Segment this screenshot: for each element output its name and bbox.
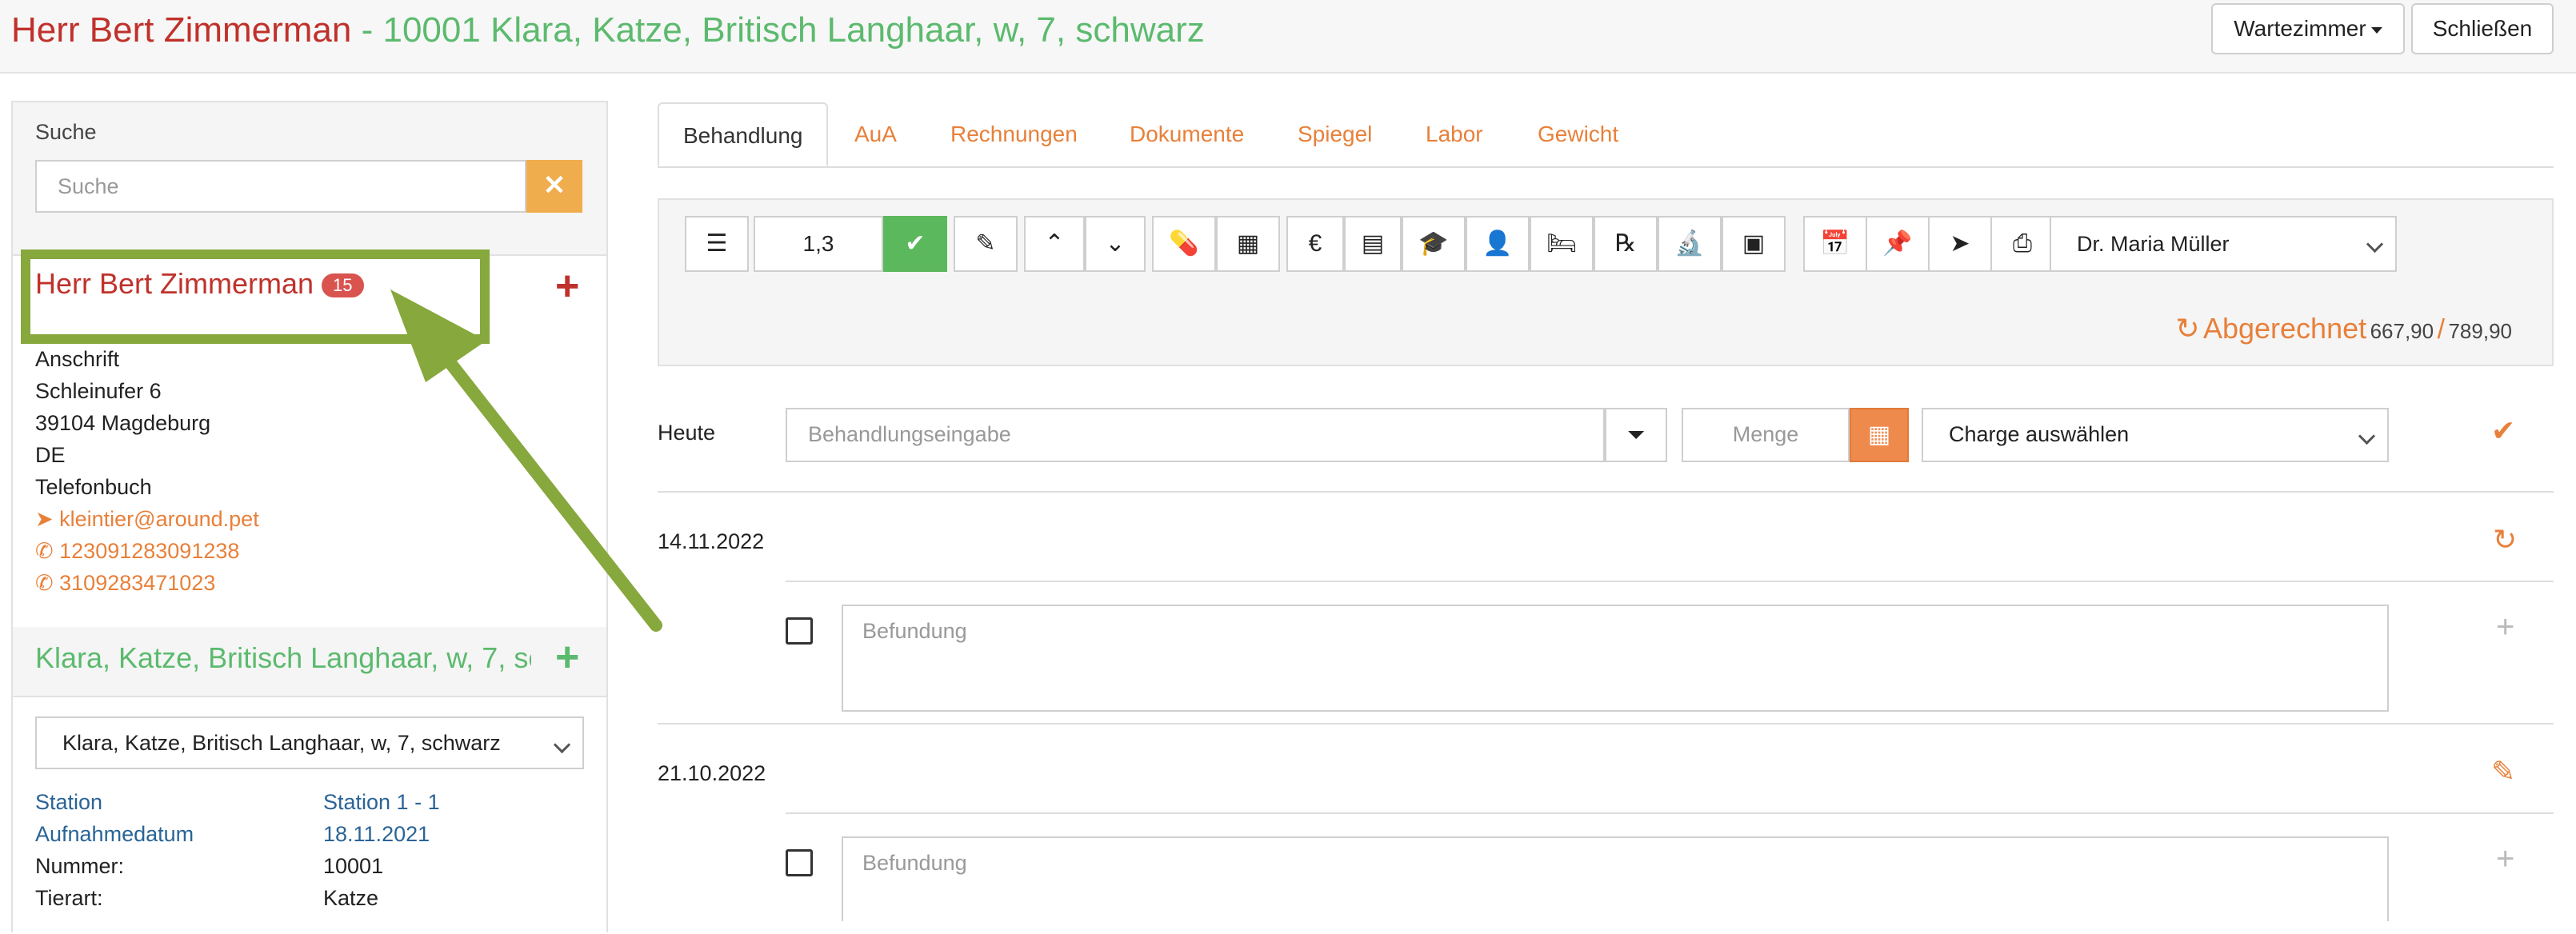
add-record-line-button[interactable]: + [2496,609,2514,645]
euro-button[interactable]: € [1286,216,1344,272]
treatment-input[interactable]: Behandlungseingabe [786,408,1605,462]
move-down-button[interactable]: ⌄ [1085,216,1146,272]
divider [786,581,2554,582]
pills-button[interactable]: 💊 [1152,216,1216,272]
calendar-plus-icon: 📅 [1820,230,1850,257]
refresh-icon[interactable]: ↻ [2175,312,2199,345]
record-date-2: 21.10.2022 [658,761,766,785]
confirm-factor-button[interactable]: ✔ [883,216,947,272]
calendar-button[interactable]: ▦ [1216,216,1280,272]
factor-input[interactable]: 1,3 [754,216,883,272]
graduation-cap-icon: 🎓 [1418,230,1449,257]
list-icon: ☰ [706,230,728,257]
batch-select[interactable]: Charge auswählen [1922,408,2389,462]
calendar-plus-button[interactable]: 📅 [1803,216,1867,272]
divider [786,812,2554,814]
record-date-1: 14.11.2022 [658,529,765,553]
divider [658,723,2554,724]
edit-icon: ✎ [2491,755,2516,788]
tab-dokumente[interactable]: Dokumente [1130,102,1244,166]
plus-icon: + [2496,609,2515,645]
chevron-down-icon [2366,235,2384,253]
send-button[interactable]: ➤ [1928,216,1992,272]
billed-slash: / [2437,314,2446,345]
check-icon: ✔ [905,230,926,257]
book-icon: ▤ [1361,230,1385,257]
cash-register-button[interactable]: ▣ [1722,216,1786,272]
pills-icon: 💊 [1169,230,1199,257]
tab-spiegel[interactable]: Spiegel [1298,102,1372,166]
filter-button[interactable]: ⏷ [1605,408,1667,462]
findings-textarea-2[interactable]: Befundung [842,836,2389,921]
edit-button[interactable]: ✎ [954,216,1018,272]
tab-behandlung[interactable]: Behandlung [658,102,829,166]
divider [658,491,2554,493]
quantity-input[interactable]: Menge [1682,408,1850,462]
book-button[interactable]: ▤ [1344,216,1402,272]
print-icon: ⎙ [2013,230,2032,257]
user-icon: 👤 [1482,230,1513,257]
education-button[interactable]: 🎓 [1402,216,1466,272]
record-checkbox-2[interactable] [786,849,813,876]
today-label: Heute [658,421,716,445]
doctor-select[interactable]: Dr. Maria Müller [2050,216,2397,272]
prescription-button[interactable]: ℞ [1594,216,1658,272]
user-button[interactable]: 👤 [1466,216,1530,272]
pin-icon: 📌 [1882,230,1913,257]
record-checkbox-1[interactable] [786,617,813,645]
microscope-icon: 🔬 [1674,230,1705,257]
treatment-toolbar: ☰ 1,3 ✔ ✎ ⌃ ⌄ 💊 ▦ € ▤ 🎓 👤 🛏 ℞ 🔬 ▣ 📅 📌 ➤ … [658,198,2554,366]
calculator-icon: ▦ [1867,421,1891,448]
billed-label: Abgerechnet [2202,312,2367,345]
tab-labor[interactable]: Labor [1426,102,1483,166]
filter-icon: ⏷ [1626,422,1646,447]
bed-button[interactable]: 🛏 [1530,216,1594,272]
bed-icon: 🛏 [1546,230,1578,257]
tab-aua[interactable]: AuA [854,102,897,166]
billed-summary: ↻ Abgerechnet 667,90 / 789,90 [2175,312,2512,345]
tab-rechnungen[interactable]: Rechnungen [950,102,1078,166]
arrow-up-icon: ⌃ [1044,230,1065,257]
pin-button[interactable]: 📌 [1866,216,1930,272]
refresh-icon: ↻ [2493,523,2518,556]
prescription-icon: ℞ [1614,230,1637,257]
tab-gewicht[interactable]: Gewicht [1538,102,1618,166]
cash-register-icon: ▣ [1742,230,1766,257]
send-icon: ➤ [1950,230,1970,257]
calendar-icon: ▦ [1236,230,1260,257]
add-record-line-button[interactable]: + [2496,841,2514,877]
print-button[interactable]: ⎙ [1990,216,2054,272]
chevron-down-icon [2358,427,2376,445]
microscope-button[interactable]: 🔬 [1658,216,1722,272]
arrow-down-icon: ⌄ [1105,230,1126,257]
plus-icon: + [2496,841,2515,876]
findings-textarea-1[interactable]: Befundung [842,605,2389,712]
calculator-button[interactable]: ▦ [1850,408,1909,462]
total-amount: 789,90 [2448,319,2512,343]
tab-bar: Behandlung AuA Rechnungen Dokumente Spie… [658,102,2554,168]
edit-icon: ✎ [975,230,996,257]
billed-amount: 667,90 [2370,319,2434,343]
list-button[interactable]: ☰ [685,216,749,272]
doctor-select-value: Dr. Maria Müller [2077,232,2230,256]
batch-select-value: Charge auswählen [1949,422,2130,446]
confirm-entry-button[interactable]: ✔ [2491,414,2515,448]
check-icon: ✔ [2491,414,2516,447]
edit-record-button[interactable]: ✎ [2491,755,2515,788]
reload-record-button[interactable]: ↻ [2493,523,2517,557]
euro-icon: € [1308,230,1322,257]
move-up-button[interactable]: ⌃ [1024,216,1085,272]
